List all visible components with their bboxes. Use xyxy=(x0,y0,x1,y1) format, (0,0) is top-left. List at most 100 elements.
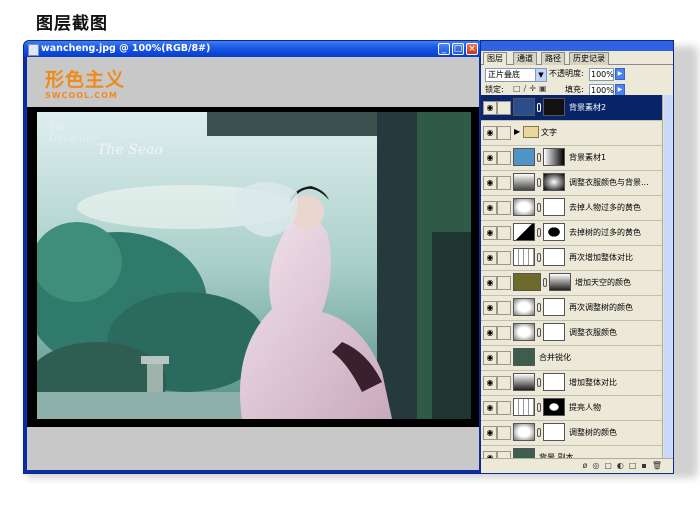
link-box[interactable] xyxy=(497,126,511,140)
layer-row[interactable]: ◉ 去掉树的过多的黄色 xyxy=(481,220,663,246)
layer-row[interactable]: ◉ 调整衣服颜色与背景... xyxy=(481,170,663,196)
blend-mode-select[interactable]: 正片叠底 ▼ xyxy=(485,68,547,82)
link-box[interactable] xyxy=(497,226,511,240)
layer-name: 提亮人物 xyxy=(569,403,601,412)
tab-paths[interactable]: 路径 xyxy=(541,52,565,65)
eye-icon[interactable]: ◉ xyxy=(483,301,497,315)
layers-scrollbar[interactable] xyxy=(662,95,673,467)
eye-icon[interactable]: ◉ xyxy=(483,101,497,115)
layers-panel: 图层 通道 路径 历史记录 正片叠底 ▼ 不透明度: 100% ▶ 锁定: □∕… xyxy=(480,40,674,474)
watermark-logo: 形色主义 SWCOOL.COM xyxy=(45,65,125,100)
chevron-down-icon[interactable]: ▼ xyxy=(535,69,546,81)
maximize-button[interactable]: □ xyxy=(452,43,464,55)
panel-tabs: 图层 通道 路径 历史记录 xyxy=(481,51,673,65)
chain-icon xyxy=(537,328,541,337)
document-window: wancheng.jpg @ 100%(RGB/8#) _ □ × 形色主义 S… xyxy=(23,40,483,474)
layer-name: 背景素材1 xyxy=(569,153,607,162)
brush-icon[interactable] xyxy=(497,101,511,115)
document-icon xyxy=(28,44,39,56)
close-button[interactable]: × xyxy=(466,43,478,55)
eye-icon[interactable]: ◉ xyxy=(483,251,497,265)
layer-row[interactable]: ◉ 提亮人物 xyxy=(481,395,663,421)
chain-icon xyxy=(537,178,541,187)
layer-name: 背景素材2 xyxy=(569,103,607,112)
tab-channels[interactable]: 通道 xyxy=(513,52,537,65)
link-box[interactable] xyxy=(497,201,511,215)
link-box[interactable] xyxy=(497,351,511,365)
curves-icon xyxy=(513,248,535,266)
eye-icon[interactable]: ◉ xyxy=(483,176,497,190)
scrollbar-thumb[interactable] xyxy=(664,95,672,467)
opacity-field[interactable]: 100% xyxy=(589,68,614,81)
layer-row[interactable]: ◉ ▶ 文字 xyxy=(481,120,663,146)
panel-bottom-toolbar: ø◎▢◐□▪🗑 xyxy=(481,458,673,473)
eye-icon[interactable]: ◉ xyxy=(483,326,497,340)
layer-row[interactable]: ◉ 增加天空的颜色 xyxy=(481,270,663,296)
lock-icons[interactable]: □∕✛▣ xyxy=(513,84,550,93)
minimize-button[interactable]: _ xyxy=(438,43,450,55)
opacity-label: 不透明度: xyxy=(549,69,584,78)
tab-history[interactable]: 历史记录 xyxy=(569,52,609,65)
link-box[interactable] xyxy=(497,276,511,290)
layer-row[interactable]: ◉ 再次调整树的颜色 xyxy=(481,295,663,321)
opacity-arrow-icon[interactable]: ▶ xyxy=(615,68,625,80)
panel-titlebar[interactable] xyxy=(481,41,673,51)
eye-icon[interactable]: ◉ xyxy=(483,201,497,215)
document-titlebar[interactable]: wancheng.jpg @ 100%(RGB/8#) _ □ × xyxy=(24,41,482,57)
chain-icon xyxy=(537,103,541,112)
eye-icon[interactable]: ◉ xyxy=(483,276,497,290)
layer-row[interactable]: ◉ 背景素材2 xyxy=(481,95,663,121)
link-box[interactable] xyxy=(497,401,511,415)
canvas-area[interactable]: 形色主义 SWCOOL.COM The Daughter 海的女儿 The Se… xyxy=(27,57,479,470)
document-title: wancheng.jpg @ 100%(RGB/8#) xyxy=(41,43,211,54)
eye-icon[interactable]: ◉ xyxy=(483,226,497,240)
link-box[interactable] xyxy=(497,376,511,390)
eye-icon[interactable]: ◉ xyxy=(483,151,497,165)
layer-row[interactable]: ◉ 增加整体对比 xyxy=(481,370,663,396)
link-box[interactable] xyxy=(497,326,511,340)
layer-toolbar-icons[interactable]: ø◎▢◐□▪🗑 xyxy=(582,461,667,470)
mask-thumbnail xyxy=(543,248,565,266)
photo-image[interactable]: The Daughter 海的女儿 The Seao xyxy=(37,112,471,419)
eye-icon[interactable]: ◉ xyxy=(483,401,497,415)
photo-text-line2: Daughter xyxy=(49,133,97,144)
chain-icon xyxy=(537,378,541,387)
chain-icon xyxy=(543,278,547,287)
logo-url: SWCOOL.COM xyxy=(45,91,118,100)
link-box[interactable] xyxy=(497,426,511,440)
layer-name: 再次调整树的颜色 xyxy=(569,303,633,312)
chain-icon xyxy=(537,203,541,212)
layer-row[interactable]: ◉ 调整衣服颜色 xyxy=(481,320,663,346)
tab-layers[interactable]: 图层 xyxy=(483,52,507,65)
photo-illustration xyxy=(37,112,471,419)
levels-icon xyxy=(513,373,535,391)
adjustment-icon xyxy=(513,323,535,341)
layers-list: ◉ 背景素材2 ◉ ▶ 文字 ◉ 背景素材1 ◉ 调整衣服颜色与背景... ◉ … xyxy=(481,95,673,467)
layer-row[interactable]: ◉ 去掉人物过多的黄色 xyxy=(481,195,663,221)
adjustment-icon xyxy=(513,223,535,241)
eye-icon[interactable]: ◉ xyxy=(483,351,497,365)
link-box[interactable] xyxy=(497,151,511,165)
eye-icon[interactable]: ◉ xyxy=(483,126,497,140)
eye-icon[interactable]: ◉ xyxy=(483,426,497,440)
mask-thumbnail xyxy=(543,148,565,166)
mask-thumbnail xyxy=(543,198,565,216)
link-box[interactable] xyxy=(497,251,511,265)
page-caption: 图层截图 xyxy=(36,14,108,34)
curves-icon xyxy=(513,398,535,416)
eye-icon[interactable]: ◉ xyxy=(483,376,497,390)
link-box[interactable] xyxy=(497,176,511,190)
layer-row[interactable]: ◉ 调整树的颜色 xyxy=(481,420,663,446)
mask-thumbnail xyxy=(543,173,565,191)
photo-text-title: The Seao xyxy=(97,142,163,158)
layer-name: 增加整体对比 xyxy=(569,378,617,387)
chain-icon xyxy=(537,428,541,437)
link-box[interactable] xyxy=(497,301,511,315)
expand-arrow-icon[interactable]: ▶ xyxy=(514,127,520,136)
mask-thumbnail xyxy=(543,398,565,416)
layer-row[interactable]: ◉ 合并锐化 xyxy=(481,345,663,371)
layer-row[interactable]: ◉ 背景素材1 xyxy=(481,145,663,171)
layer-row[interactable]: ◉ 再次增加整体对比 xyxy=(481,245,663,271)
blend-mode-value: 正片叠底 xyxy=(488,70,520,79)
chain-icon xyxy=(537,228,541,237)
